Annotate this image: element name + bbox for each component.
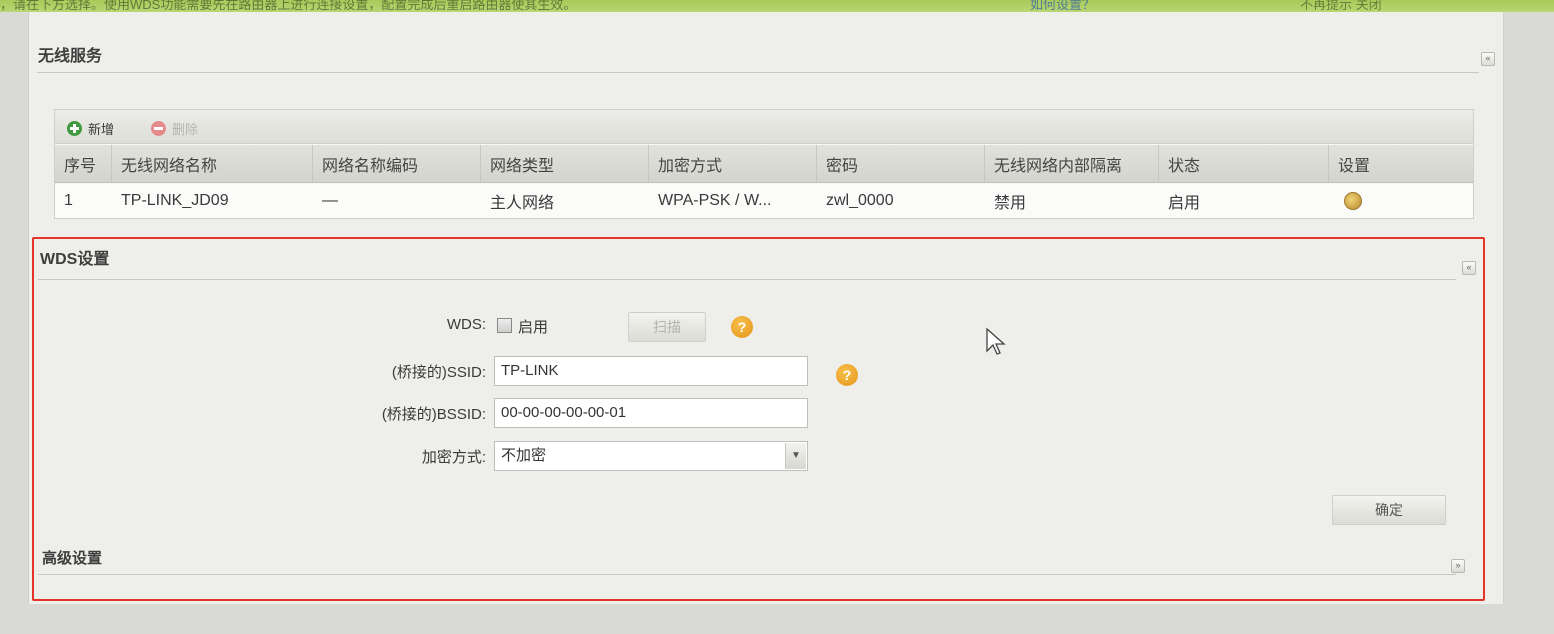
wds-label: WDS: (446, 316, 486, 333)
section-divider (37, 72, 1479, 73)
expand-advanced-icon[interactable]: » (1451, 559, 1465, 573)
help-link[interactable]: 如何设置？ (1030, 0, 1095, 12)
advanced-settings-title: 高级设置 (42, 550, 103, 567)
add-label: 新增 (88, 121, 115, 137)
enable-label: 启用 (518, 319, 549, 336)
wds-section-title: WDS设置 (40, 251, 110, 268)
col-header[interactable]: 网络类型 (481, 145, 649, 182)
help-icon[interactable]: ? (731, 316, 753, 338)
bssid-input[interactable]: 00-00-00-00-00-01 (494, 398, 808, 428)
delete-button[interactable]: 删除 (151, 119, 198, 137)
cell-encryption: WPA-PSK / W... (658, 192, 772, 209)
collapse-wds-icon[interactable]: « (1462, 261, 1476, 275)
help-icon[interactable]: ? (836, 364, 858, 386)
wireless-network-table: 新增 删除 序号 无线网络名称 网络名称编码 网络类型 加密方式 密码 无线网络… (54, 109, 1474, 219)
col-header[interactable]: 设置 (1329, 145, 1475, 182)
cell-settings (1329, 184, 1475, 218)
table-header: 序号 无线网络名称 网络名称编码 网络类型 加密方式 密码 无线网络内部隔离 状… (55, 145, 1473, 183)
wireless-service-title: 无线服务 (38, 48, 103, 65)
table-toolbar: 新增 删除 (55, 110, 1473, 144)
cell-ssid: TP-LINK_JD09 (121, 192, 229, 209)
table-row[interactable]: 1 TP-LINK_JD09 — 主人网络 WPA-PSK / W... zwl… (55, 184, 1473, 218)
delete-label: 删除 (172, 121, 199, 137)
col-header[interactable]: 密码 (817, 145, 985, 182)
notification-text: ，请在下方选择。使用WDS功能需要先在路由器上进行连接设置，配置完成后重启路由器… (0, 0, 577, 12)
delete-icon (151, 120, 166, 136)
ssid-label: (桥接的)SSID: (391, 364, 486, 381)
col-header[interactable]: 网络名称编码 (313, 145, 481, 182)
notification-actions[interactable]: 不再提示 关闭 (1300, 0, 1382, 12)
mouse-cursor-icon (986, 327, 1006, 355)
top-notification-bar: ，请在下方选择。使用WDS功能需要先在路由器上进行连接设置，配置完成后重启路由器… (0, 0, 1554, 12)
encryption-value: 不加密 (501, 447, 547, 464)
chevron-down-icon[interactable]: ▼ (785, 443, 806, 469)
cell-name-encoding: — (322, 192, 338, 209)
cell-password: zwl_0000 (826, 192, 894, 209)
encryption-label: 加密方式: (421, 449, 486, 466)
col-header[interactable]: 无线网络名称 (112, 145, 313, 182)
ssid-input[interactable]: TP-LINK (494, 356, 808, 386)
col-header[interactable]: 加密方式 (649, 145, 817, 182)
encryption-select[interactable]: 不加密 ▼ (494, 441, 808, 471)
cell-index: 1 (64, 192, 73, 209)
wds-enable-checkbox[interactable] (497, 318, 512, 333)
add-icon (67, 120, 82, 136)
cell-network-type: 主人网络 (490, 195, 555, 212)
bssid-label: (桥接的)BSSID: (381, 406, 486, 423)
cell-status: 启用 (1168, 195, 1201, 212)
col-header[interactable]: 序号 (55, 145, 112, 182)
section-divider (38, 279, 1456, 280)
scan-button[interactable]: 扫描 (628, 312, 706, 342)
col-header[interactable]: 无线网络内部隔离 (985, 145, 1159, 182)
edit-settings-icon[interactable] (1344, 192, 1362, 210)
section-divider (38, 574, 1456, 575)
collapse-wireless-icon[interactable]: « (1481, 52, 1495, 66)
confirm-button[interactable]: 确定 (1332, 495, 1446, 525)
col-header[interactable]: 状态 (1159, 145, 1329, 182)
add-button[interactable]: 新增 (67, 119, 114, 137)
cell-isolation: 禁用 (994, 195, 1027, 212)
